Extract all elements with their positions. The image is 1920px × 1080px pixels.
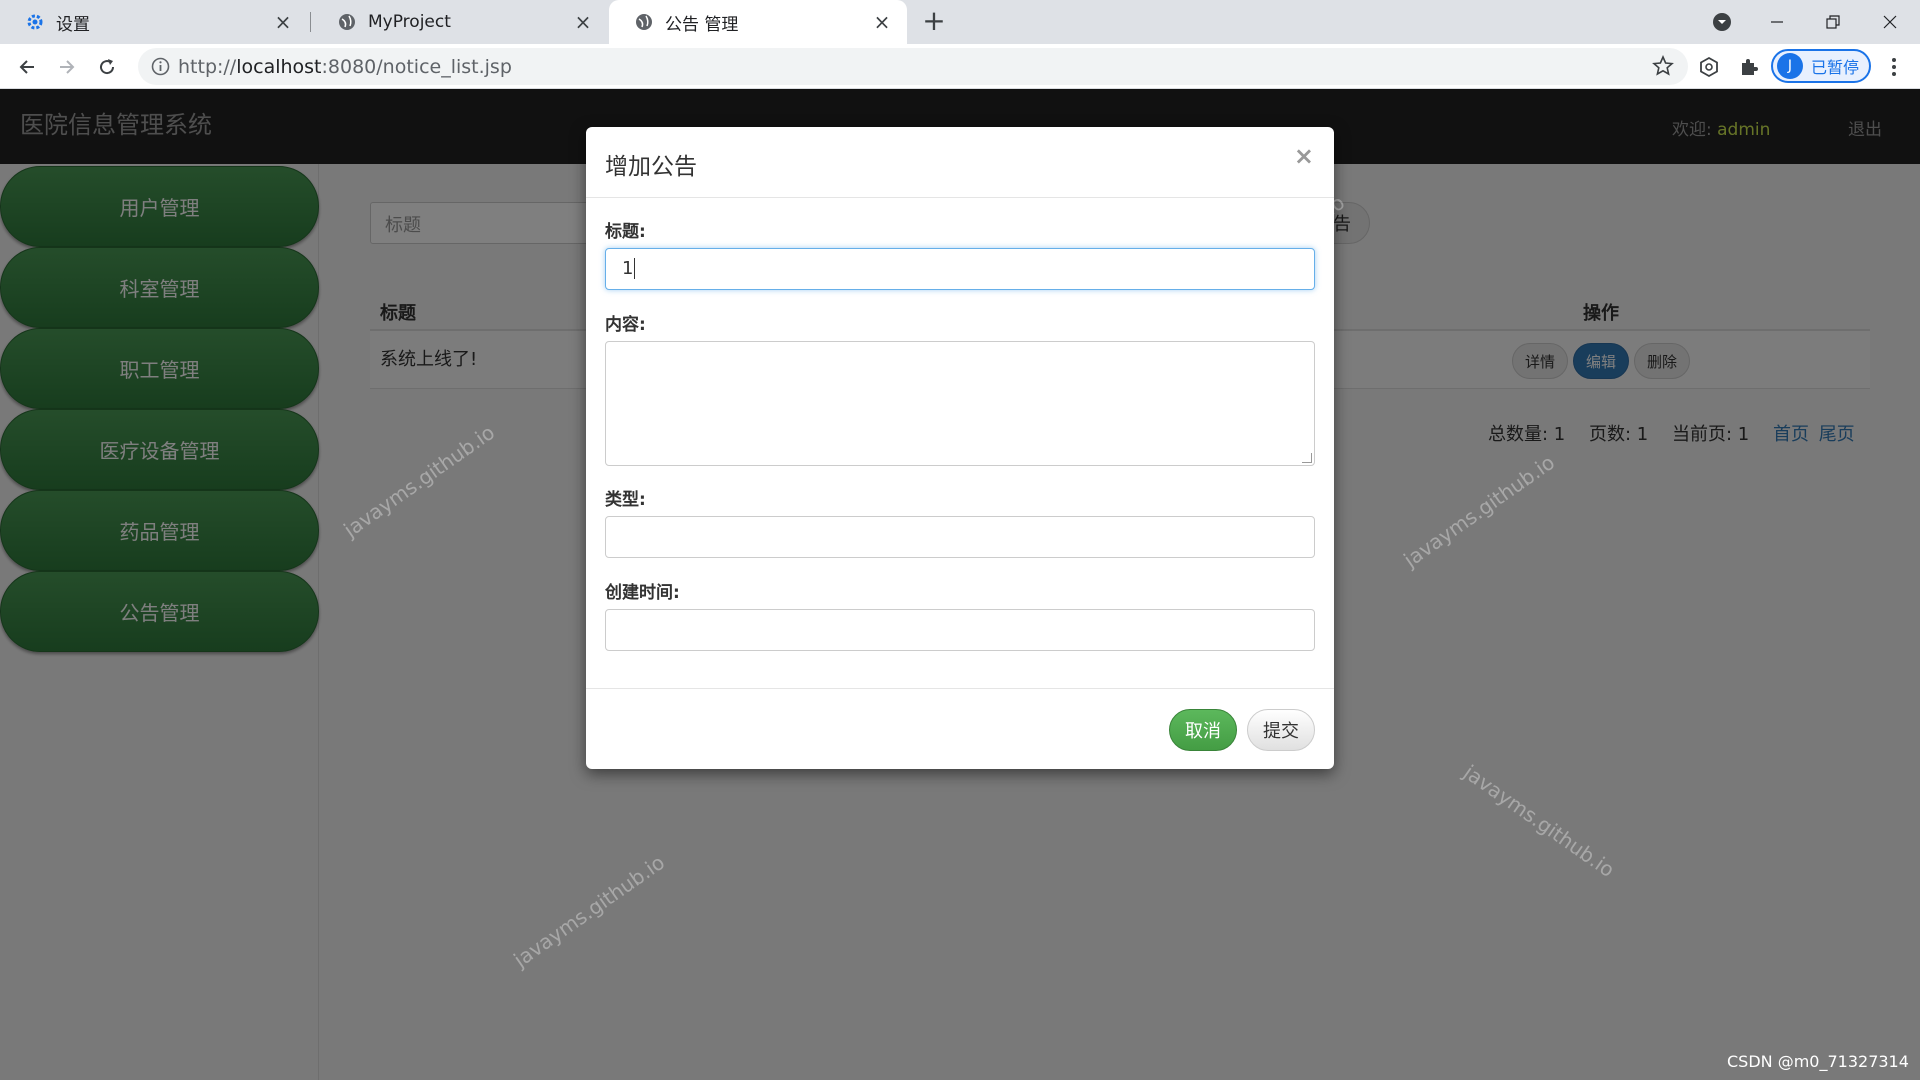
close-icon[interactable]: × (1294, 142, 1314, 170)
extension-hexagon-button[interactable] (1696, 54, 1722, 80)
close-icon[interactable]: × (572, 11, 594, 33)
created-time-input[interactable] (605, 609, 1315, 651)
modal-footer: 取消 提交 (586, 688, 1334, 769)
url-text: http://localhost:8080/notice_list.jsp (178, 56, 512, 78)
content-label: 内容: (605, 315, 646, 335)
forward-button[interactable] (50, 50, 84, 84)
browser-tabstrip: 设置 × MyProject × 公告 管理 × + (0, 0, 1920, 44)
type-input[interactable] (605, 516, 1315, 558)
tab-label: 设置 (56, 14, 90, 35)
back-button[interactable] (10, 50, 44, 84)
tab-search-button[interactable] (1702, 4, 1742, 40)
minimize-button[interactable] (1757, 4, 1797, 40)
tab-label: MyProject (368, 12, 451, 32)
star-icon[interactable] (1652, 55, 1674, 77)
reload-icon (100, 59, 115, 75)
content-textarea[interactable] (605, 341, 1315, 466)
browser-toolbar: http://localhost:8080/notice_list.jsp J … (0, 44, 1920, 89)
globe-icon (338, 13, 356, 31)
gear-icon (26, 13, 44, 31)
close-icon (1883, 15, 1897, 29)
close-icon[interactable]: × (871, 11, 893, 33)
profile-status: 已暂停 (1811, 58, 1860, 77)
arrow-right-icon (60, 60, 75, 74)
created-time-label: 创建时间: (605, 583, 680, 603)
arrow-left-icon (19, 60, 34, 74)
globe-icon (635, 13, 653, 31)
tab-myproject[interactable]: MyProject × (312, 0, 608, 44)
hexagon-icon (1700, 56, 1718, 78)
restore-icon (1826, 15, 1840, 29)
address-bar[interactable]: http://localhost:8080/notice_list.jsp (138, 48, 1688, 85)
add-notice-modal: 增加公告 × 标题: 1 内容: 类型: 创建时间: 取消 提交 (586, 127, 1334, 769)
info-icon[interactable] (151, 57, 170, 76)
title-input[interactable]: 1 (605, 248, 1315, 290)
profile-button[interactable]: J 已暂停 (1771, 49, 1871, 83)
page-viewport: 医院信息管理系统 欢迎: admin 退出 用户管理 科室管理 职工管理 医疗设… (0, 89, 1920, 1080)
resize-handle[interactable] (1302, 453, 1312, 463)
chevron-down-icon (1713, 13, 1731, 31)
title-label: 标题: (605, 222, 646, 242)
restore-button[interactable] (1813, 4, 1853, 40)
footer-watermark: CSDN @m0_71327314 (1727, 1052, 1909, 1071)
reload-button[interactable] (90, 50, 124, 84)
kebab-menu-icon (1892, 58, 1896, 76)
extensions-button[interactable] (1736, 54, 1762, 80)
tab-label: 公告 管理 (665, 14, 739, 35)
new-tab-button[interactable]: + (920, 7, 948, 36)
type-label: 类型: (605, 490, 646, 510)
modal-header: 增加公告 × (586, 127, 1334, 198)
submit-button[interactable]: 提交 (1247, 709, 1315, 751)
close-icon[interactable]: × (272, 11, 294, 33)
tab-divider (310, 12, 311, 32)
avatar: J (1777, 53, 1803, 79)
modal-title: 增加公告 (605, 154, 697, 180)
minimize-icon (1771, 21, 1783, 23)
cancel-button[interactable]: 取消 (1169, 709, 1237, 751)
puzzle-icon (1742, 59, 1758, 75)
tab-settings[interactable]: 设置 × (0, 0, 308, 44)
tab-notice-manage[interactable]: 公告 管理 × (609, 0, 907, 44)
browser-menu-button[interactable] (1882, 54, 1906, 80)
window-close-button[interactable] (1870, 4, 1910, 40)
